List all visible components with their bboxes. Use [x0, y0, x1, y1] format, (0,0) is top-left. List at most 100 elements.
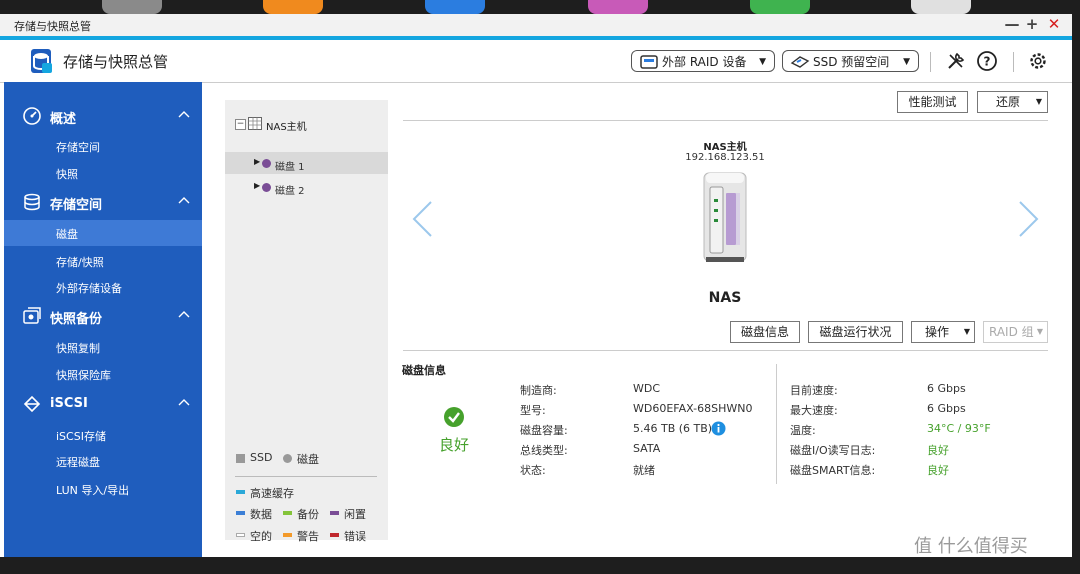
maximize-button[interactable]: +	[1024, 16, 1040, 32]
legend-cache-label: 高速缓存	[250, 487, 294, 500]
info-value-smart: 良好	[927, 464, 949, 477]
window-titlebar[interactable]: 存储与快照总管 — + ✕	[0, 14, 1072, 37]
collapse-toggle-icon[interactable]: −	[235, 119, 246, 130]
help-icon[interactable]: ?	[976, 50, 998, 72]
sidebar-item-label: 快照保险库	[56, 369, 111, 382]
sidebar-item-label: 存储/快照	[56, 256, 104, 269]
sidebar-section-snapshot-backup[interactable]: 快照备份	[4, 302, 202, 330]
device-tree-panel: − NAS主机 ▶ 磁盘 1 ▶ 磁盘 2 SSD 磁盘 高速缓存 数据 备份 …	[225, 100, 388, 543]
legend-empty-swatch	[236, 533, 245, 537]
legend-disk-label: 磁盘	[297, 453, 319, 466]
info-label-model: 型号:	[520, 404, 546, 417]
expand-arrow-icon[interactable]: ▶	[254, 157, 260, 166]
sidebar-section-storage[interactable]: 存储空间	[4, 188, 202, 216]
sidebar-item-storage-snapshot[interactable]: 存储/快照	[4, 248, 202, 274]
window-title: 存储与快照总管	[14, 20, 91, 33]
carousel-prev-icon[interactable]	[411, 200, 433, 238]
carousel-next-icon[interactable]	[1018, 200, 1040, 238]
dock-appcenter-icon	[588, 0, 648, 14]
svg-text:?: ?	[984, 55, 991, 69]
info-label-manufacturer: 制造商:	[520, 384, 557, 397]
sidebar-item-external-storage[interactable]: 外部存储设备	[4, 274, 202, 300]
dock-notes-icon	[263, 0, 323, 14]
dock-edit-icon	[750, 0, 810, 14]
operate-button[interactable]: 操作 ▼	[911, 321, 975, 343]
close-button[interactable]: ✕	[1046, 16, 1062, 32]
legend-cache-swatch	[236, 490, 245, 494]
sidebar-item-label: iSCSI存储	[56, 430, 106, 443]
info-label-state: 状态:	[520, 464, 546, 477]
disk-status-dot-icon	[262, 183, 271, 192]
nas-host-icon	[248, 117, 262, 130]
sidebar-item-snapshot[interactable]: 快照	[4, 160, 202, 186]
disk-info-button[interactable]: 磁盘信息	[730, 321, 800, 343]
sidebar-item-remote-disk[interactable]: 远程磁盘	[4, 448, 202, 474]
info-value-model: WD60EFAX-68SHWN0	[633, 402, 753, 415]
dropdown-arrow-icon: ▼	[903, 57, 910, 67]
info-divider	[403, 350, 1048, 351]
sidebar-item-storage-space[interactable]: 存储空间	[4, 133, 202, 159]
legend-idle-label: 闲置	[344, 508, 366, 521]
tree-root-label[interactable]: NAS主机	[266, 118, 307, 133]
tree-disk-label: 磁盘 1	[275, 162, 305, 173]
minimize-button[interactable]: —	[1004, 16, 1020, 32]
info-value-manufacturer: WDC	[633, 382, 661, 395]
legend-warning-swatch	[283, 533, 292, 537]
legend-ssd-label: SSD	[250, 451, 273, 464]
legend-divider	[235, 476, 377, 477]
disk-health-button[interactable]: 磁盘运行状况	[808, 321, 903, 343]
chevron-up-icon	[178, 311, 190, 318]
dropdown-arrow-icon: ▼	[1035, 97, 1042, 106]
info-value-io-log: 良好	[927, 444, 949, 457]
info-label-smart: 磁盘SMART信息:	[790, 464, 876, 477]
disk-legend-dot-icon	[283, 454, 292, 463]
tree-item-disk-2[interactable]: ▶ 磁盘 2	[225, 176, 388, 198]
info-label-current-speed: 目前速度:	[790, 384, 838, 397]
raid-device-icon	[640, 55, 658, 69]
storage-app-icon	[31, 49, 52, 73]
chevron-up-icon	[178, 399, 190, 406]
info-label-io-log: 磁盘I/O读写日志:	[790, 444, 876, 457]
benchmark-button[interactable]: 性能测试	[897, 91, 968, 113]
sidebar-item-lun-import-export[interactable]: LUN 导入/导出	[4, 476, 202, 502]
info-column-divider	[776, 364, 777, 484]
device-ip: 192.168.123.51	[685, 152, 765, 163]
raid-group-button: RAID 组 ▼	[983, 321, 1048, 343]
info-label-temperature: 温度:	[790, 424, 816, 437]
sidebar-section-label: 概述	[50, 112, 77, 127]
tools-icon[interactable]	[945, 50, 967, 72]
dock-settings-icon	[102, 0, 162, 14]
ssd-overprovision-button[interactable]: SSD 预留空间 ▼	[782, 50, 919, 72]
gear-icon[interactable]	[1027, 50, 1049, 72]
app-header: 存储与快照总管 外部 RAID 设备 ▼ SSD 预留空间 ▼ ?	[0, 40, 1072, 83]
sidebar-section-iscsi[interactable]: iSCSI	[4, 390, 202, 418]
legend-empty-label: 空的	[250, 530, 272, 543]
dock-ssd-icon	[911, 0, 971, 14]
restore-button[interactable]: 还原 ▼	[977, 91, 1048, 113]
sidebar-item-label: 外部存储设备	[56, 282, 122, 295]
expand-arrow-icon[interactable]: ▶	[254, 181, 260, 190]
tree-item-disk-1[interactable]: ▶ 磁盘 1	[225, 152, 388, 174]
disk-status-dot-icon	[262, 159, 271, 168]
sidebar-item-iscsi-storage[interactable]: iSCSI存储	[4, 422, 202, 448]
device-label: NAS	[708, 290, 742, 306]
sidebar-item-snapshot-replica[interactable]: 快照复制	[4, 334, 202, 360]
sidebar-section-label: 存储空间	[50, 198, 103, 213]
sidebar: 概述 存储空间 快照 存储空间 磁盘 存储/快照 外部存储设备 快照备份 快照复…	[4, 82, 202, 557]
nas-device-image[interactable]	[700, 169, 750, 264]
sidebar-item-label: 存储空间	[56, 141, 100, 154]
sidebar-item-disks[interactable]: 磁盘	[4, 220, 202, 246]
dropdown-arrow-icon: ▼	[759, 57, 766, 67]
ssd-icon	[790, 56, 810, 68]
info-icon[interactable]	[711, 421, 726, 436]
info-value-bus-type: SATA	[633, 442, 661, 455]
database-icon	[24, 193, 40, 211]
external-raid-label: 外部 RAID 设备	[662, 55, 747, 69]
status-check-icon	[444, 407, 464, 427]
watermark: 值 什么值得买	[914, 536, 1028, 557]
sidebar-section-overview[interactable]: 概述	[4, 102, 202, 130]
storage-snapshot-window: 存储与快照总管 — + ✕ 存储与快照总管 外部 RAID 设备 ▼ SSD 预…	[0, 14, 1072, 557]
info-value-max-speed: 6 Gbps	[927, 402, 966, 415]
external-raid-button[interactable]: 外部 RAID 设备 ▼	[631, 50, 775, 72]
sidebar-item-snapshot-vault[interactable]: 快照保险库	[4, 361, 202, 387]
